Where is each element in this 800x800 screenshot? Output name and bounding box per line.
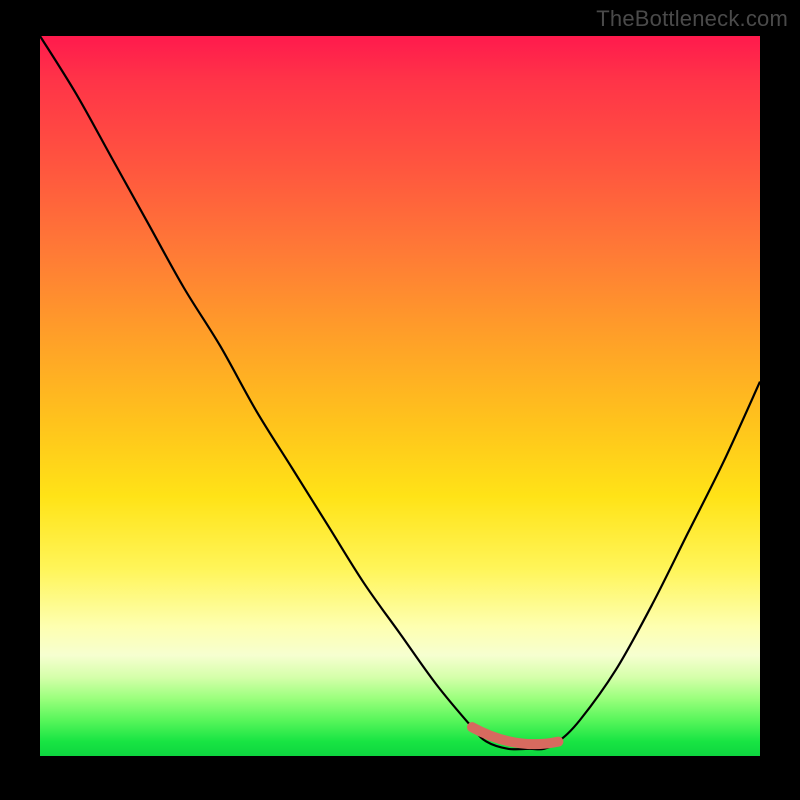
bottleneck-curve-svg — [40, 36, 760, 756]
watermark-text: TheBottleneck.com — [596, 6, 788, 32]
chart-frame: TheBottleneck.com — [0, 0, 800, 800]
bottleneck-curve-path — [40, 36, 760, 749]
plot-area — [40, 36, 760, 756]
